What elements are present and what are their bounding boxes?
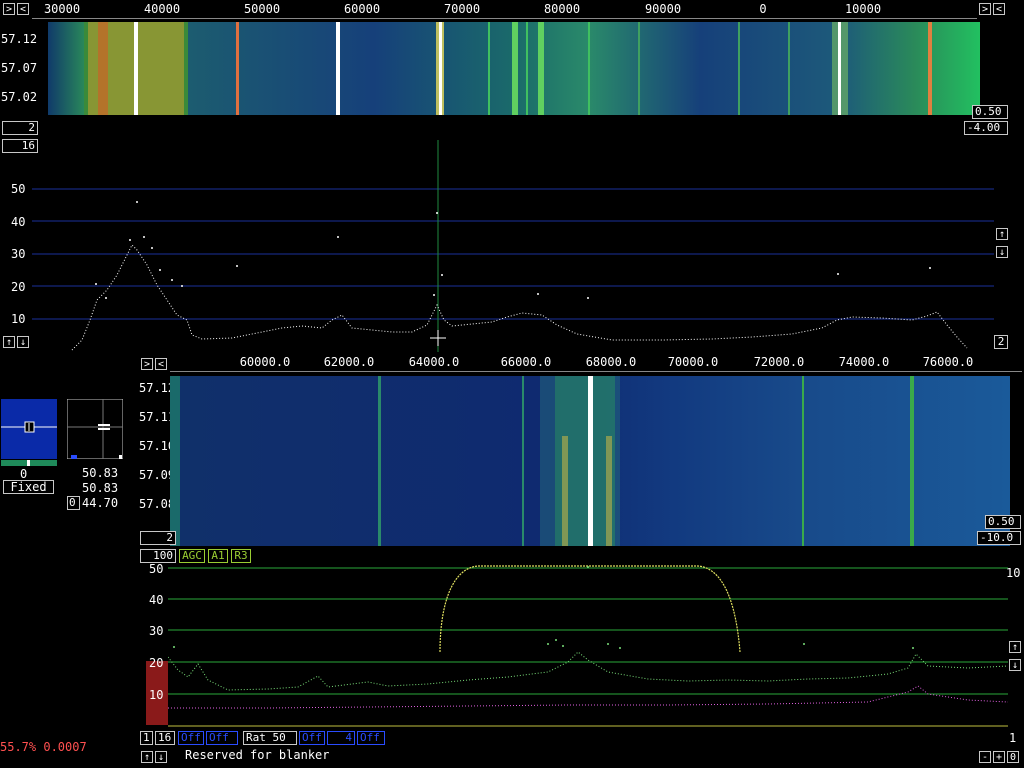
baseband-right-label: 10 <box>1006 566 1021 580</box>
status-text: 55.7% 0.0007 <box>0 740 87 754</box>
off-button-3[interactable]: Off <box>299 731 325 745</box>
bandwidth-box[interactable]: 100 <box>140 549 176 563</box>
level-4-box[interactable]: 4 <box>327 731 355 745</box>
top-spectrum-down-button[interactable]: ↓ <box>17 336 29 348</box>
mid-average-box[interactable]: 2 <box>140 531 176 545</box>
top-spectrum-y-tick: 40 <box>11 215 26 229</box>
top-freq-tick: 40000 <box>143 2 181 16</box>
top-scroll-left-button[interactable]: > <box>3 3 15 15</box>
mid-waterfall[interactable] <box>170 376 1010 546</box>
mid-gain-value[interactable]: 0.50 <box>985 515 1021 529</box>
s-meter-bar-marker <box>27 460 30 466</box>
s-meter-bar <box>1 460 57 466</box>
mid-offset-value[interactable]: -10.0 <box>977 531 1021 545</box>
agc-button[interactable]: AGC <box>179 549 205 563</box>
level-value: 50.83 <box>82 466 119 480</box>
baseband-spectrum-plot[interactable] <box>168 562 1008 730</box>
top-average-box[interactable]: 2 <box>2 121 38 135</box>
top-spectrum-y-tick: 50 <box>11 182 26 196</box>
top-time-label: 57.07 <box>1 61 38 75</box>
a1-button[interactable]: A1 <box>208 549 228 563</box>
bottom-down-button[interactable]: ↓ <box>155 751 167 763</box>
top-freq-tick: 50000 <box>243 2 281 16</box>
baseband-y-tick: 40 <box>149 593 164 607</box>
top-spectrum-y-tick: 30 <box>11 247 26 261</box>
off-button-4[interactable]: Off <box>357 731 385 745</box>
off-button-1[interactable]: Off <box>178 731 204 745</box>
mid-scroll-left-button[interactable]: > <box>141 358 153 370</box>
off-button-2[interactable]: Off <box>206 731 238 745</box>
top-freq-tick: 10000 <box>844 2 882 16</box>
baseband-y-tick: 20 <box>149 656 164 670</box>
minus-button[interactable]: - <box>979 751 991 763</box>
top-spectrum-scale-down-button[interactable]: ↓ <box>996 246 1008 258</box>
mode-fixed-button[interactable]: Fixed <box>3 480 54 494</box>
top-spectrum-scale-up-button[interactable]: ↑ <box>996 228 1008 240</box>
top-freq-tick: 60000 <box>343 2 381 16</box>
level-value: 50.83 <box>82 481 119 495</box>
baseband-bottom-right-label: 1 <box>1009 731 1017 745</box>
mid-freq-tick: 76000.0 <box>922 355 974 369</box>
top-spectrum-y-tick: 10 <box>11 312 26 326</box>
top-freq-tick: 0 <box>759 2 767 16</box>
s-meter[interactable] <box>1 399 57 459</box>
bottom-box-1[interactable]: 1 <box>140 731 153 745</box>
blanker-text: Reserved for blanker <box>185 748 330 762</box>
top-spectrum-right-box[interactable]: 2 <box>994 335 1008 349</box>
top-time-label: 57.02 <box>1 90 38 104</box>
mid-freq-tick: 68000.0 <box>585 355 637 369</box>
top-freq-tick: 70000 <box>443 2 481 16</box>
mid-freq-tick: 70000.0 <box>667 355 719 369</box>
coherent-meter[interactable] <box>67 399 123 459</box>
top-scroll-right-button[interactable]: < <box>17 3 29 15</box>
plus-button[interactable]: + <box>993 751 1005 763</box>
baseband-y-tick: 10 <box>149 688 164 702</box>
level-value: 44.70 <box>82 496 119 510</box>
top-spectrum-up-button[interactable]: ↑ <box>3 336 15 348</box>
top-scroll-far-right-button[interactable]: > <box>979 3 991 15</box>
top-gain-value[interactable]: 0.50 <box>972 105 1008 119</box>
mid-freq-tick: 62000.0 <box>323 355 375 369</box>
top-freq-tick: 30000 <box>43 2 81 16</box>
mid-freq-tick: 66000.0 <box>500 355 552 369</box>
r3-button[interactable]: R3 <box>231 549 251 563</box>
top-freq-tick: 90000 <box>644 2 682 16</box>
mid-freq-tick: 72000.0 <box>753 355 805 369</box>
top-frequency-scale: 30000 40000 50000 60000 70000 80000 9000… <box>32 2 977 19</box>
zero-button[interactable]: 0 <box>1007 751 1019 763</box>
top-offset-value[interactable]: -4.00 <box>964 121 1008 135</box>
baseband-scale-up-button[interactable]: ↑ <box>1009 641 1021 653</box>
top-spectrum-plot[interactable] <box>32 140 994 352</box>
bottom-box-16[interactable]: 16 <box>155 731 175 745</box>
bottom-up-button[interactable]: ↑ <box>141 751 153 763</box>
s-meter-value: 0 <box>20 467 28 481</box>
top-waterfall[interactable] <box>48 22 980 115</box>
baseband-y-tick: 50 <box>149 562 164 576</box>
top-scroll-far-left-button[interactable]: < <box>993 3 1005 15</box>
top-time-label: 57.12 <box>1 32 38 46</box>
mid-scroll-right-button[interactable]: < <box>155 358 167 370</box>
baseband-scale-down-button[interactable]: ↓ <box>1009 659 1021 671</box>
level-zero-box[interactable]: 0 <box>67 496 80 510</box>
top-spectrum-y-tick: 20 <box>11 280 26 294</box>
baseband-y-tick: 30 <box>149 624 164 638</box>
top-freq-tick: 80000 <box>543 2 581 16</box>
rat-button[interactable]: Rat 50 <box>243 731 297 745</box>
mid-freq-tick: 60000.0 <box>239 355 291 369</box>
mid-freq-tick: 64000.0 <box>408 355 460 369</box>
mid-frequency-scale: 60000.0 62000.0 64000.0 66000.0 68000.0 … <box>170 355 1022 372</box>
mid-freq-tick: 74000.0 <box>838 355 890 369</box>
